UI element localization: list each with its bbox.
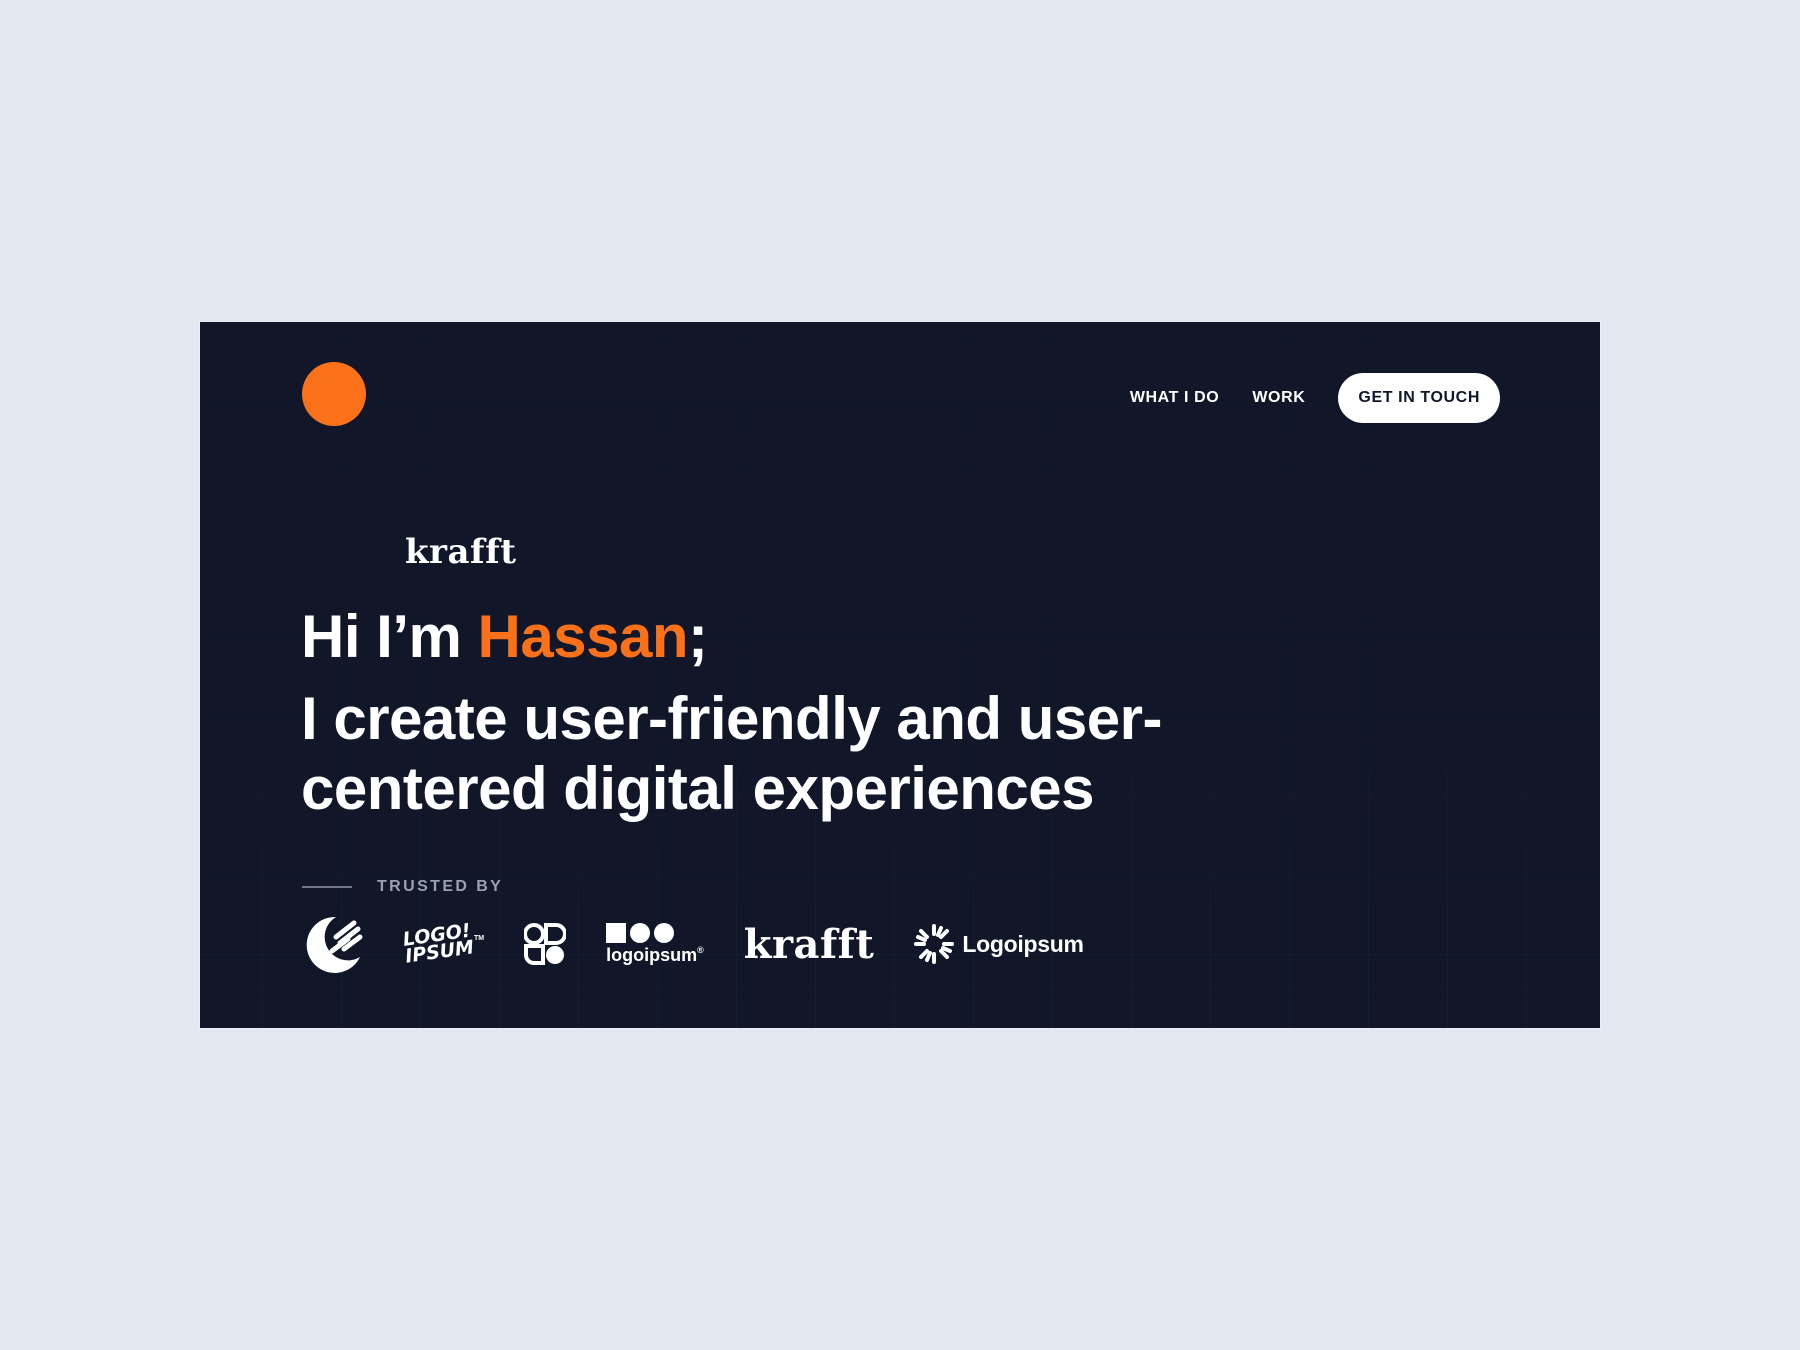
square-shape (606, 922, 627, 943)
hero-heading: Hi I’m Hassan; I create user-friendly an… (301, 602, 1301, 824)
client-logo-6: Logoipsum (914, 924, 1084, 964)
client-logo-4: logoipsum® (606, 922, 704, 966)
logoipsum-wordmark: logoipsum® (606, 945, 704, 966)
greeting-prefix: Hi I’m (301, 603, 478, 670)
client-logo-5: krafft (744, 921, 875, 968)
site-logo[interactable] (302, 362, 366, 426)
divider-line (302, 886, 352, 888)
hero-section: WHAT I DO WORK GET IN TOUCH krafft Hi I’… (200, 322, 1600, 1028)
floating-brand-logo: krafft (405, 532, 517, 572)
client-logos: LOGO! IPSUM TM logoipsum® krafft Logoips… (302, 912, 1124, 976)
hero-name: Hassan (477, 603, 689, 670)
logo-line-2: IPSUM (403, 936, 476, 968)
sunburst-logo-icon (914, 924, 955, 964)
trusted-by-label: TRUSTED BY (377, 878, 504, 895)
trusted-by-label-row: TRUSTED BY (302, 878, 503, 896)
trademark-mark: TM (474, 935, 485, 942)
nav-link-what-i-do[interactable]: WHAT I DO (1130, 389, 1220, 407)
circle-shape (630, 922, 651, 943)
client-logo-2: LOGO! IPSUM TM (402, 920, 485, 968)
greeting-line: Hi I’m Hassan; (301, 602, 1301, 672)
logo-ipsum-script-logo: LOGO! IPSUM (402, 920, 476, 968)
logo-shapes (606, 922, 704, 943)
crescent-fork-logo-icon (306, 916, 363, 973)
client-logo-1 (302, 913, 364, 975)
hero-tagline: I create user-friendly and user-centered… (301, 685, 1162, 822)
get-in-touch-button[interactable]: GET IN TOUCH (1338, 373, 1500, 423)
nav-link-work[interactable]: WORK (1252, 389, 1305, 407)
logoipsum-stacked-logo: logoipsum® (606, 922, 704, 966)
client-logo-3 (524, 922, 567, 966)
geometric-shapes-logo-icon (524, 923, 567, 965)
greeting-suffix: ; (688, 603, 708, 670)
circle-shape (654, 922, 675, 943)
registered-mark: ® (697, 944, 704, 955)
krafft-wordmark: krafft (743, 920, 875, 968)
logoipsum-wordmark: Logoipsum (962, 930, 1084, 957)
logoipsum-text: logoipsum (606, 944, 698, 965)
main-nav: WHAT I DO WORK GET IN TOUCH (1130, 373, 1500, 423)
